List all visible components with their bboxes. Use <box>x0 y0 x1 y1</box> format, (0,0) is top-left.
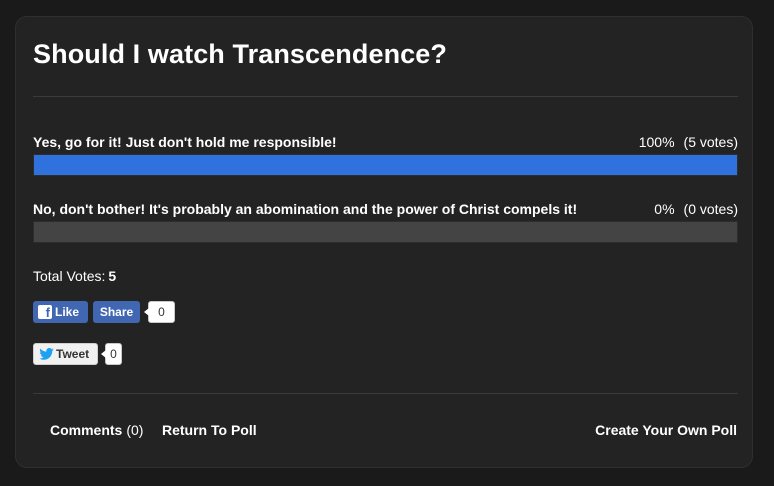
create-your-own-poll-link[interactable]: Create Your Own Poll <box>595 422 737 438</box>
option-votes: (5 votes) <box>683 134 738 150</box>
like-label: Like <box>55 305 80 319</box>
total-votes-value: 5 <box>108 268 117 284</box>
option-percent: 100% <box>638 134 675 150</box>
tweet-count: 0 <box>101 343 122 365</box>
poll-option-no: No, don't bother! It's probably an abomi… <box>33 199 738 243</box>
option-label: No, don't bother! It's probably an abomi… <box>33 201 578 217</box>
return-to-poll-link[interactable]: Return To Poll <box>162 422 257 438</box>
facebook-icon: f <box>38 305 52 319</box>
footer-divider <box>33 393 738 394</box>
option-stats: 100% (5 votes) <box>639 134 738 150</box>
option-label: Yes, go for it! Just don't hold me respo… <box>33 134 337 150</box>
result-bar-fill <box>34 155 737 175</box>
facebook-like-button[interactable]: f Like <box>33 301 88 323</box>
twitter-bird-icon <box>39 348 54 360</box>
tweet-label: Tweet <box>56 347 90 361</box>
tweet-button[interactable]: Tweet <box>33 343 98 365</box>
total-votes: Total Votes: 5 <box>33 268 116 284</box>
option-percent: 0% <box>654 201 675 217</box>
facebook-share-count: 0 <box>144 301 175 323</box>
title-divider <box>33 96 738 97</box>
poll-results-card: Should I watch Transcendence? Yes, go fo… <box>15 16 753 468</box>
facebook-share-button[interactable]: Share <box>93 301 140 323</box>
option-votes: (0 votes) <box>683 201 738 217</box>
total-votes-label: Total Votes: <box>33 268 106 284</box>
comments-count: (0) <box>126 422 144 438</box>
comments-link[interactable]: Comments (0) <box>50 422 143 438</box>
option-stats: 0% (0 votes) <box>654 201 738 217</box>
poll-title: Should I watch Transcendence? <box>33 39 447 69</box>
result-bar-track <box>33 154 738 176</box>
share-label: Share <box>99 305 134 319</box>
poll-option-yes: Yes, go for it! Just don't hold me respo… <box>33 132 738 176</box>
result-bar-track <box>33 221 738 243</box>
comments-label: Comments <box>50 422 123 438</box>
